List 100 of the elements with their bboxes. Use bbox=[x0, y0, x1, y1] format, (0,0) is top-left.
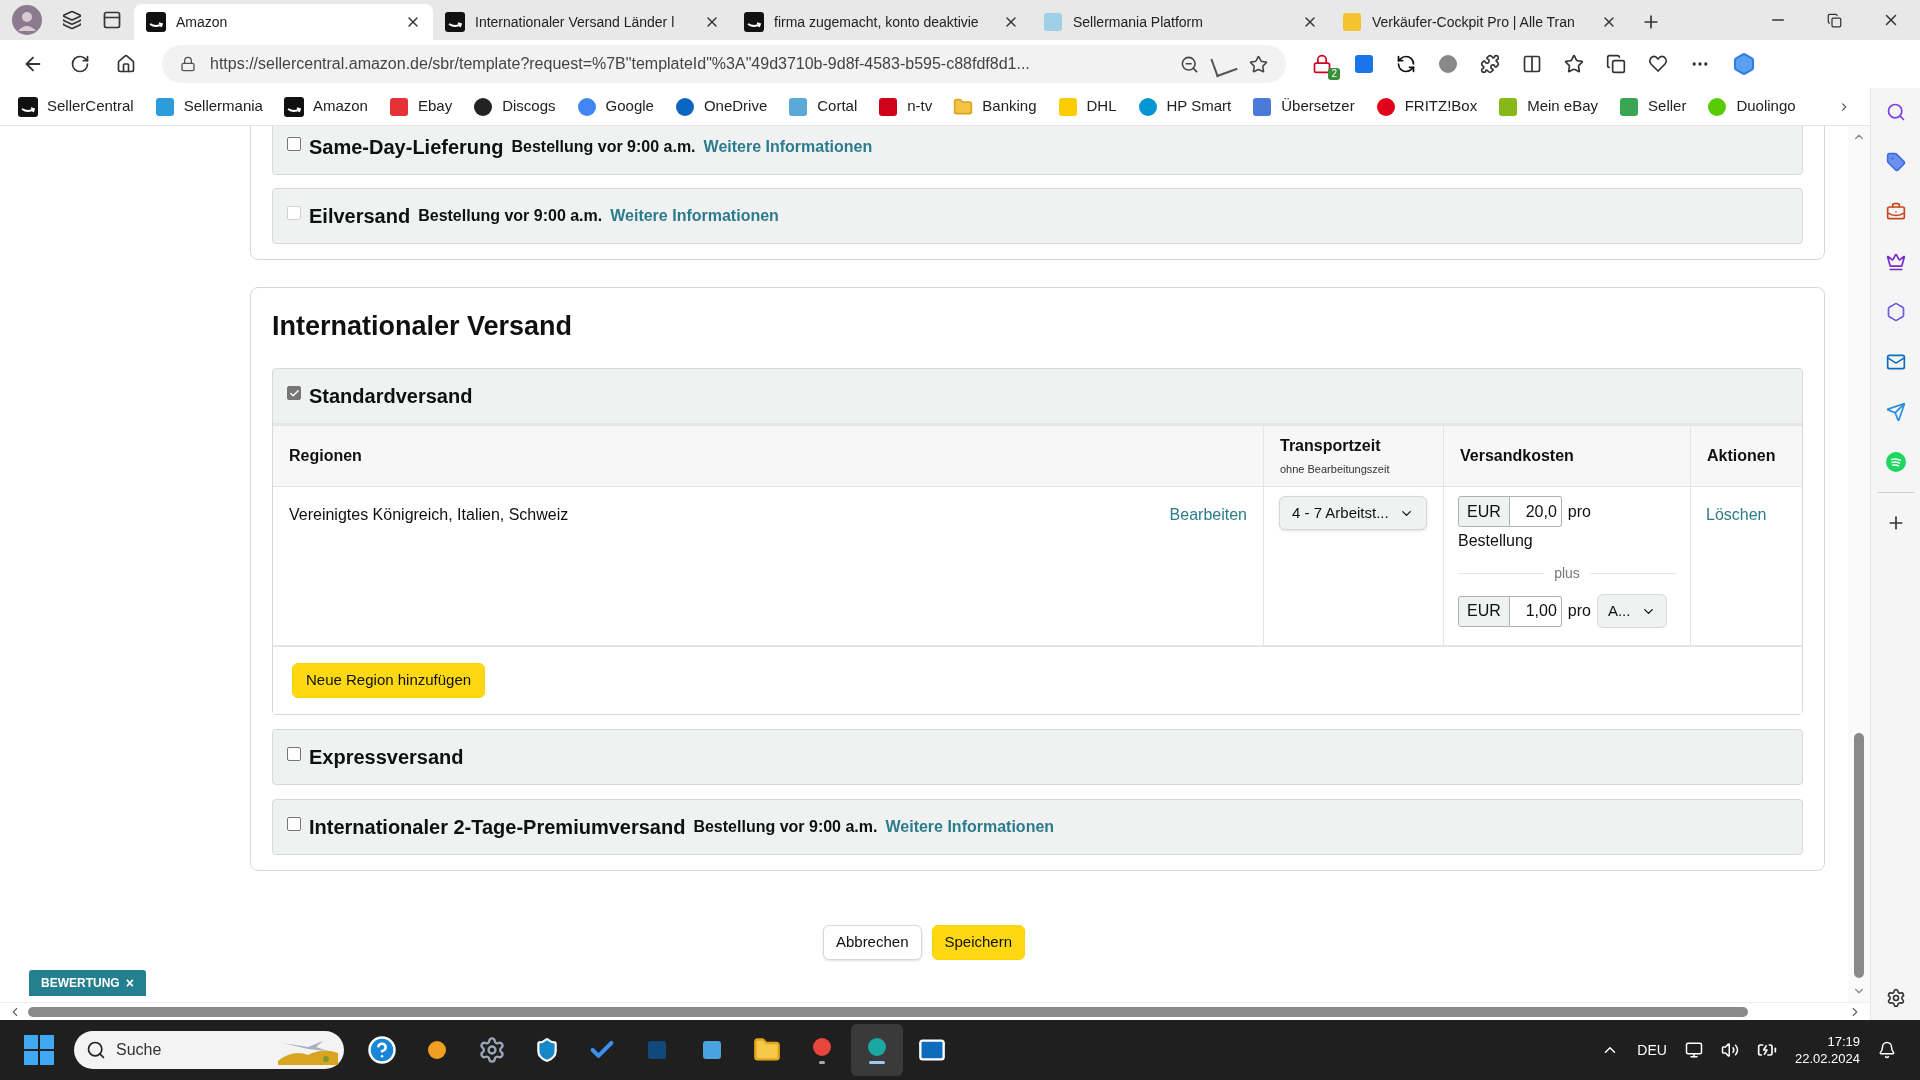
restore-icon[interactable] bbox=[1827, 12, 1842, 28]
delete-link[interactable]: Löschen bbox=[1706, 506, 1767, 523]
feedback-tag[interactable]: BEWERTUNG × bbox=[29, 970, 146, 996]
favicon-icon bbox=[1057, 96, 1078, 117]
language-indicator[interactable]: DEU bbox=[1637, 1039, 1667, 1061]
search-icon bbox=[86, 1040, 106, 1060]
browser-tab[interactable]: Internationaler Versand Länder l bbox=[433, 4, 732, 40]
bookmark-link[interactable]: Discogs bbox=[473, 95, 556, 118]
folder-icon[interactable] bbox=[753, 1036, 781, 1064]
checkbox[interactable] bbox=[287, 137, 301, 151]
browser-tab[interactable]: Sellermania Platform bbox=[1031, 4, 1330, 40]
checkbox[interactable] bbox=[287, 817, 301, 831]
clock[interactable]: 17:19 22.02.2024 bbox=[1794, 1033, 1860, 1067]
column-header: Versandkosten bbox=[1443, 426, 1690, 486]
close-glyph[interactable]: × bbox=[125, 972, 134, 994]
bookmark-link[interactable]: Ebay bbox=[388, 95, 453, 118]
transit-time-dropdown[interactable]: 4 - 7 Arbeitst... bbox=[1279, 496, 1427, 530]
add-region-button[interactable]: Neue Region hinzufügen bbox=[292, 663, 486, 698]
bookmark-link[interactable]: HP Smart bbox=[1137, 95, 1232, 118]
collections-icon[interactable] bbox=[1606, 54, 1626, 74]
bookmark-link[interactable]: Duolingo bbox=[1707, 95, 1796, 118]
tab-actions-icon[interactable] bbox=[102, 10, 122, 30]
help-icon[interactable] bbox=[367, 1035, 397, 1065]
amount-field[interactable]: 1,00 bbox=[1509, 595, 1562, 627]
settings-icon[interactable] bbox=[1885, 988, 1906, 1008]
scrollbar-thumb[interactable] bbox=[1854, 733, 1864, 978]
network-icon[interactable] bbox=[1684, 1041, 1703, 1059]
search-placeholder: Suche bbox=[116, 1040, 163, 1060]
extension-icon bbox=[1438, 54, 1458, 74]
search-icon[interactable] bbox=[1885, 102, 1906, 122]
sync-icon[interactable] bbox=[1396, 54, 1416, 74]
amount-field[interactable]: 20,0 bbox=[1509, 496, 1562, 527]
home-icon[interactable] bbox=[116, 54, 136, 74]
avatar-icon[interactable] bbox=[12, 5, 42, 35]
bookmark-link[interactable]: Google bbox=[576, 95, 654, 118]
browser-tab[interactable]: firma zugemacht, konto deaktivie bbox=[732, 4, 1031, 40]
checkmark-icon bbox=[288, 387, 300, 399]
vertical-scrollbar[interactable] bbox=[1848, 126, 1870, 1002]
bookmark-link[interactable]: OneDrive bbox=[674, 95, 768, 118]
windows-logo-icon[interactable] bbox=[24, 1035, 54, 1065]
edit-link[interactable]: Bearbeiten bbox=[1169, 503, 1247, 523]
checkbox[interactable] bbox=[287, 386, 301, 400]
favicon-icon bbox=[878, 96, 899, 117]
bookmark-link[interactable]: Banking bbox=[953, 95, 1037, 118]
tag-icon[interactable] bbox=[1885, 152, 1906, 172]
bookmark-link[interactable]: Übersetzer bbox=[1252, 95, 1355, 118]
browser-tab[interactable]: Verkäufer-Cockpit Pro | Alle Tran bbox=[1330, 4, 1629, 40]
option-title: Internationaler 2-Tage-Premiumversand bbox=[309, 815, 686, 840]
volume-icon[interactable] bbox=[1720, 1041, 1739, 1059]
bookmark-link[interactable]: n-tv bbox=[878, 95, 933, 118]
address-field[interactable]: https://sellercentral.amazon.de/sbr/template?request=%7B"templateId"%3A"49d3710b-9d8f-4583-b595-c88fdf8d1... bbox=[162, 45, 1286, 83]
disc-icon bbox=[473, 96, 494, 117]
zoom-icon[interactable] bbox=[1180, 54, 1199, 74]
favicon-icon bbox=[1707, 96, 1728, 117]
horizontal-scrollbar[interactable] bbox=[0, 1002, 1870, 1020]
notifications-icon[interactable] bbox=[1878, 1041, 1896, 1059]
split-screen-icon[interactable] bbox=[1522, 54, 1542, 74]
unit-dropdown[interactable]: A... bbox=[1596, 594, 1667, 628]
bookmark-link[interactable]: SellerCentral bbox=[18, 95, 134, 118]
per-label: pro bbox=[1567, 501, 1591, 522]
bookmark-link[interactable]: DHL bbox=[1057, 95, 1117, 118]
browser-icon bbox=[812, 1036, 832, 1057]
info-link[interactable]: Weitere Informationen bbox=[885, 815, 1055, 839]
scrollbar-thumb[interactable] bbox=[28, 1006, 1748, 1017]
bookmark-link[interactable]: Mein eBay bbox=[1498, 95, 1599, 118]
workspaces-icon[interactable] bbox=[62, 10, 82, 30]
paper-plane-icon[interactable] bbox=[1885, 402, 1906, 422]
info-link[interactable]: Weitere Informationen bbox=[703, 135, 873, 159]
per-label: pro bbox=[1567, 601, 1591, 621]
unit-label: Bestellung bbox=[1458, 531, 1534, 551]
favicon-icon bbox=[1342, 12, 1362, 32]
settings-icon[interactable] bbox=[478, 1036, 506, 1064]
currency-label: EUR bbox=[1458, 496, 1510, 527]
option-title: Eilversand bbox=[309, 204, 411, 229]
bookmark-link[interactable]: Seller bbox=[1619, 95, 1687, 118]
favicon-icon bbox=[154, 96, 175, 117]
hexagon-icon[interactable] bbox=[1885, 302, 1906, 322]
smile-logo-icon bbox=[283, 96, 304, 117]
chess-piece-icon[interactable] bbox=[1885, 252, 1906, 272]
bookmark-link[interactable]: Amazon bbox=[283, 95, 368, 118]
browser-icon bbox=[427, 1040, 447, 1060]
save-button[interactable]: Speichern bbox=[931, 925, 1026, 960]
reload-icon[interactable] bbox=[70, 54, 90, 74]
option-title: Standardversand bbox=[309, 384, 473, 409]
star-icon[interactable] bbox=[1249, 54, 1268, 74]
shield-icon[interactable] bbox=[534, 1037, 560, 1063]
cancel-button[interactable]: Abbrechen bbox=[822, 925, 922, 960]
toolbox-icon[interactable] bbox=[1885, 202, 1906, 222]
checkbox[interactable] bbox=[287, 747, 301, 761]
favorites-icon[interactable] bbox=[1564, 54, 1584, 74]
bookmark-link[interactable]: Sellermania bbox=[154, 95, 263, 118]
bookmark-link[interactable]: FRITZ!Box bbox=[1375, 95, 1478, 118]
extensions-icon[interactable] bbox=[1480, 54, 1500, 74]
browser-tab[interactable]: Amazon bbox=[134, 4, 433, 40]
taskbar-search-field[interactable]: Suche bbox=[74, 1031, 344, 1069]
option-title: Expressversand bbox=[309, 745, 464, 770]
column-header: Regionen bbox=[288, 446, 363, 466]
hexagon-icon[interactable] bbox=[1732, 52, 1756, 76]
bookmark-link[interactable]: Cortal bbox=[788, 95, 858, 118]
lock-icon[interactable] bbox=[1312, 54, 1332, 74]
